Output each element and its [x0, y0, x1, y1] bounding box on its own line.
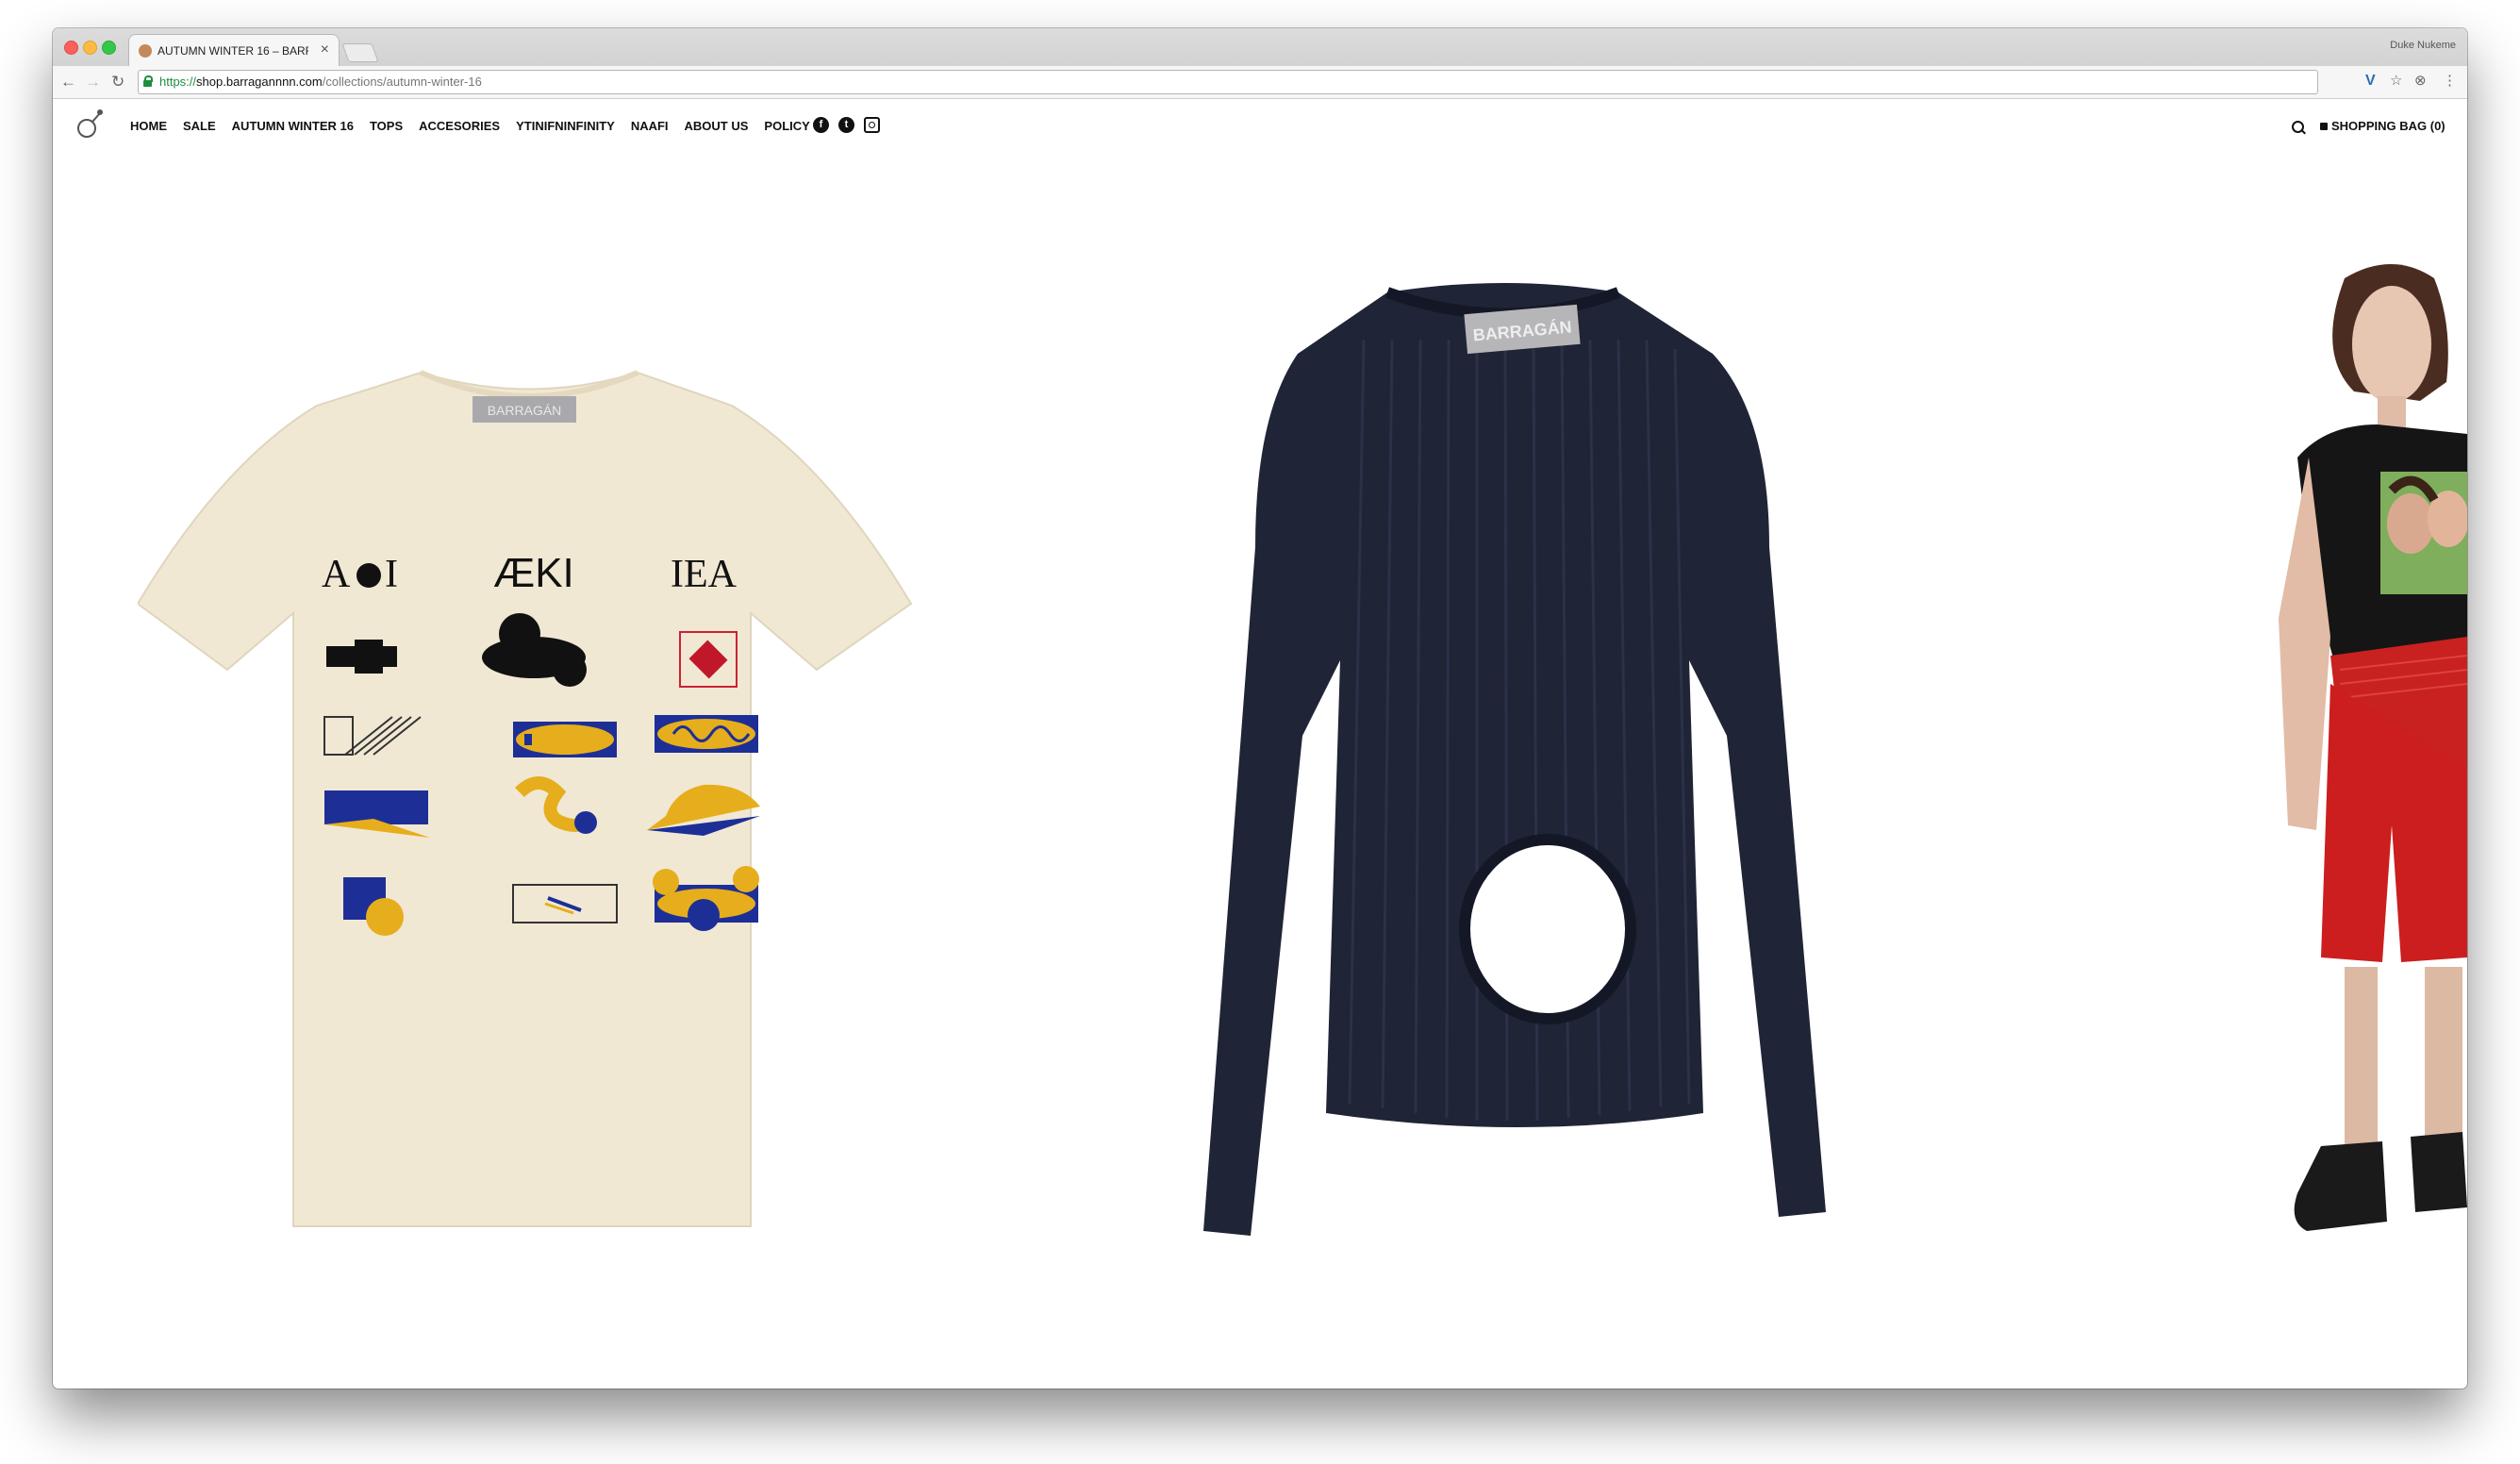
svg-text:A: A [322, 553, 351, 596]
tshirt-brand-label: BARRAGÁN [488, 403, 562, 418]
nav-ytinifninfinity[interactable]: YTINIFNINFINITY [516, 119, 615, 133]
shopping-bag-link[interactable]: SHOPPING BAG (0) [2320, 119, 2445, 133]
extension-shield-icon[interactable]: ⊗ [2414, 73, 2427, 90]
nav-tops[interactable]: TOPS [370, 119, 403, 133]
forward-icon[interactable]: → [85, 73, 101, 92]
browser-toolbar: ← → ↻ https://shop.barragannnn.com/colle… [53, 66, 2467, 99]
back-icon[interactable]: ← [60, 73, 76, 92]
nav-about-us[interactable]: ABOUT US [685, 119, 749, 133]
svg-text:ÆKI: ÆKI [493, 550, 574, 596]
nav-naafi[interactable]: NAAFI [631, 119, 669, 133]
nav-accesories[interactable]: ACCESORIES [419, 119, 500, 133]
bookmark-star-icon[interactable]: ☆ [2390, 73, 2402, 90]
close-window-button[interactable] [64, 41, 78, 55]
product-model-photo[interactable] [2222, 241, 2467, 1349]
nav-autumn-winter-16[interactable]: AUTUMN WINTER 16 [232, 119, 354, 133]
product-sweater[interactable]: BARRAGÁN [1147, 264, 1901, 1283]
bag-lock-icon [2320, 123, 2328, 130]
product-tshirt[interactable]: BARRAGÁN A I ÆKI IEA [138, 340, 920, 1236]
browser-menu-icon[interactable]: ⋮ [2443, 73, 2457, 90]
url-text: https://shop.barragannnn.com/collections… [159, 75, 482, 89]
site-header: HOME SALE AUTUMN WINTER 16 TOPS ACCESORI… [53, 98, 2467, 155]
minimize-window-button[interactable] [83, 41, 97, 55]
url-host: shop.barragannnn.com [196, 75, 323, 89]
extension-v-icon[interactable]: V [2365, 73, 2376, 90]
instagram-icon[interactable] [864, 117, 880, 133]
social-links: f t [813, 117, 880, 133]
new-tab-button[interactable] [341, 43, 379, 62]
shopping-bag-label: SHOPPING BAG (0) [2331, 119, 2445, 133]
url-path: /collections/autumn-winter-16 [322, 75, 482, 89]
sweater-cutout [1459, 834, 1636, 1024]
url-scheme: https:// [159, 75, 197, 89]
search-icon[interactable] [2292, 121, 2304, 133]
barragan-logo[interactable] [75, 108, 104, 140]
main-nav: HOME SALE AUTUMN WINTER 16 TOPS ACCESORI… [130, 119, 810, 133]
close-tab-icon[interactable]: × [321, 42, 329, 58]
favicon-icon [139, 44, 152, 58]
reload-icon[interactable]: ↻ [111, 73, 124, 92]
svg-text:IEA: IEA [671, 553, 738, 596]
maximize-window-button[interactable] [102, 41, 116, 55]
nav-sale[interactable]: SALE [183, 119, 216, 133]
browser-tab[interactable]: AUTUMN WINTER 16 – BARRAGÁN × [128, 34, 340, 67]
nav-policy[interactable]: POLICY [764, 119, 809, 133]
twitter-icon[interactable]: t [838, 117, 854, 133]
facebook-icon[interactable]: f [813, 117, 829, 133]
address-bar[interactable]: https://shop.barragannnn.com/collections… [138, 70, 2318, 94]
svg-text:I: I [385, 553, 398, 596]
nav-home[interactable]: HOME [130, 119, 167, 133]
profile-name[interactable]: Duke Nukeme [2390, 40, 2456, 51]
browser-window: AUTUMN WINTER 16 – BARRAGÁN × Duke Nukem… [53, 28, 2467, 1389]
tab-strip: AUTUMN WINTER 16 – BARRAGÁN × Duke Nukem… [53, 28, 2467, 67]
tab-title: AUTUMN WINTER 16 – BARRAGÁN [158, 44, 308, 58]
lock-icon [143, 75, 153, 87]
